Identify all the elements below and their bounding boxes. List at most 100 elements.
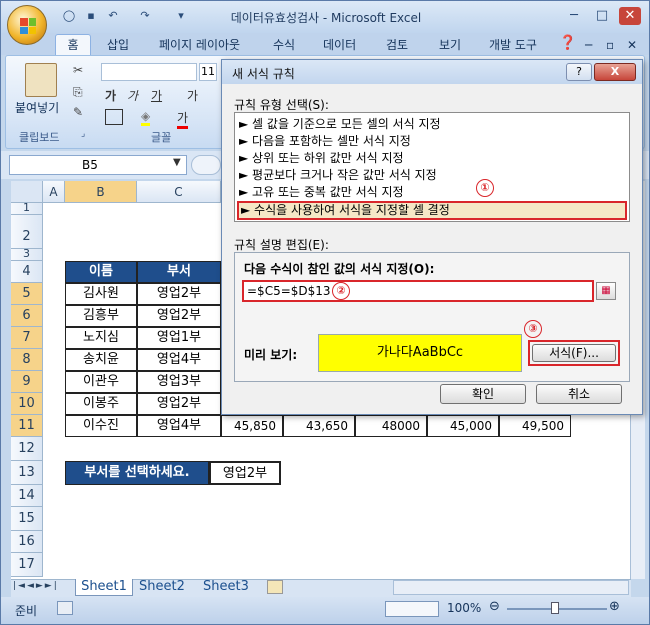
row-header-3[interactable]: 3	[11, 248, 43, 261]
dialog-close-icon[interactable]: X	[594, 63, 636, 81]
row-header-6[interactable]: 6	[11, 305, 43, 327]
zoom-in-icon[interactable]: ⊕	[609, 599, 620, 614]
range-select-icon[interactable]: ▦	[596, 282, 616, 300]
table-cell-value[interactable]: 43,650	[283, 415, 355, 437]
tab-developer[interactable]: 개발 도구	[489, 36, 537, 54]
bold-icon[interactable]: 가	[105, 87, 116, 104]
tab-home[interactable]: 홈	[55, 34, 91, 56]
name-box-dropdown-icon[interactable]: ▼	[173, 157, 181, 168]
macro-record-icon[interactable]	[57, 601, 73, 615]
table-row-name[interactable]: 이수진	[65, 415, 137, 437]
table-cell-value[interactable]: 45,850	[221, 415, 283, 437]
formula-expand-icon[interactable]	[191, 155, 221, 175]
row-header-10[interactable]: 10	[11, 393, 43, 415]
list-item-selected[interactable]: ► 수식을 사용하여 서식을 지정할 셀 결정	[237, 201, 627, 220]
font-size-combo[interactable]: 11	[199, 63, 217, 81]
row-header-15[interactable]: 15	[11, 507, 43, 531]
table-row-dept[interactable]: 영업4부	[137, 349, 221, 371]
row-header-5[interactable]: 5	[11, 283, 43, 305]
sheet-tab-1[interactable]: Sheet1	[75, 579, 133, 596]
zoom-slider-thumb[interactable]	[551, 602, 559, 614]
table-row-dept[interactable]: 영업2부	[137, 283, 221, 305]
tab-page-layout[interactable]: 페이지 레이아웃	[159, 36, 240, 54]
font-color-icon[interactable]: 가	[177, 109, 189, 129]
row-header-8[interactable]: 8	[11, 349, 43, 371]
table-header-dept[interactable]: 부서	[137, 261, 221, 283]
grow-font-icon[interactable]: 가	[187, 87, 198, 104]
table-cell-value[interactable]: 48000	[355, 415, 427, 437]
italic-icon[interactable]: 가	[127, 87, 138, 104]
cut-icon[interactable]: ✂	[73, 63, 83, 77]
list-item[interactable]: ► 평균보다 크거나 작은 값만 서식 지정	[239, 167, 437, 184]
view-buttons-icon[interactable]	[385, 601, 439, 617]
tab-insert[interactable]: 삽입	[107, 36, 129, 54]
font-name-combo[interactable]	[101, 63, 197, 81]
row-header-16[interactable]: 16	[11, 531, 43, 553]
underline-icon[interactable]: 가	[151, 87, 162, 104]
row-header-12[interactable]: 12	[11, 437, 43, 461]
sheet-tab-3[interactable]: Sheet3	[203, 579, 249, 595]
format-button[interactable]: 서식(F)...	[532, 344, 616, 362]
copy-icon[interactable]: ⎘	[73, 85, 83, 100]
tab-formulas[interactable]: 수식	[273, 36, 295, 54]
table-row-name[interactable]: 노지심	[65, 327, 137, 349]
paste-button-label[interactable]: 붙여넣기	[15, 99, 59, 116]
table-row-dept[interactable]: 영업3부	[137, 371, 221, 393]
ribbon-close-icon[interactable]: ✕	[627, 36, 637, 54]
row-header-4[interactable]: 4	[11, 261, 43, 283]
horizontal-scrollbar[interactable]	[393, 580, 629, 595]
list-item[interactable]: ► 상위 또는 하위 값만 서식 지정	[239, 150, 404, 167]
row-header-14[interactable]: 14	[11, 485, 43, 507]
table-row-dept[interactable]: 영업2부	[137, 393, 221, 415]
department-select-cell[interactable]: 영업2부	[209, 461, 281, 485]
sheet-nav-icon[interactable]: |◄◄►►|	[13, 581, 59, 591]
rule-type-list[interactable]: ► 셀 값을 기준으로 모든 셀의 서식 지정 ► 다음을 포함하는 셀만 서식…	[234, 112, 630, 222]
row-header-17[interactable]: 17	[11, 553, 43, 577]
close-icon[interactable]: ✕	[619, 7, 641, 25]
formula-input[interactable]: =$C5=$D$13	[242, 280, 594, 302]
table-cell-value[interactable]: 45,000	[427, 415, 499, 437]
select-all-corner[interactable]	[11, 181, 43, 203]
paste-icon[interactable]	[25, 63, 57, 97]
help-icon[interactable]: ❓	[559, 34, 576, 52]
clipboard-launcher-icon[interactable]: ⌟	[81, 129, 85, 139]
office-button-icon[interactable]	[7, 5, 47, 45]
ribbon-minimize-icon[interactable]: ─	[585, 36, 592, 54]
table-row-name[interactable]: 이봉주	[65, 393, 137, 415]
ribbon-restore-icon[interactable]: ▫	[606, 36, 614, 54]
table-row-name[interactable]: 이관우	[65, 371, 137, 393]
table-cell-value[interactable]: 49,500	[499, 415, 571, 437]
ok-button[interactable]: 확인	[440, 384, 526, 404]
borders-icon[interactable]	[105, 109, 123, 125]
format-painter-icon[interactable]: ✎	[73, 105, 83, 119]
tab-data[interactable]: 데이터	[323, 36, 356, 54]
row-header-2[interactable]: 2	[11, 215, 43, 249]
name-box[interactable]: B5	[9, 155, 187, 175]
column-header-c[interactable]: C	[137, 181, 221, 203]
list-item[interactable]: ► 셀 값을 기준으로 모든 셀의 서식 지정	[239, 116, 441, 133]
row-header-7[interactable]: 7	[11, 327, 43, 349]
row-header-1[interactable]: 1	[11, 202, 43, 215]
minimize-icon[interactable]: ─	[563, 7, 585, 25]
table-row-name[interactable]: 송치윤	[65, 349, 137, 371]
column-header-b[interactable]: B	[65, 181, 137, 203]
zoom-out-icon[interactable]: ⊖	[489, 599, 500, 614]
cancel-button[interactable]: 취소	[536, 384, 622, 404]
fill-color-icon[interactable]: ◈	[141, 109, 151, 126]
list-item[interactable]: ► 고유 또는 중복 값만 서식 지정	[239, 184, 404, 201]
tab-review[interactable]: 검토	[386, 36, 408, 54]
table-row-name[interactable]: 김흥부	[65, 305, 137, 327]
table-row-dept[interactable]: 영업1부	[137, 327, 221, 349]
table-row-dept[interactable]: 영업4부	[137, 415, 221, 437]
insert-sheet-icon[interactable]	[267, 580, 283, 594]
row-header-11[interactable]: 11	[11, 415, 43, 437]
zoom-level[interactable]: 100%	[447, 601, 481, 615]
sheet-tab-2[interactable]: Sheet2	[139, 579, 185, 595]
table-header-name[interactable]: 이름	[65, 261, 137, 283]
row-header-13[interactable]: 13	[11, 461, 43, 485]
table-row-dept[interactable]: 영업2부	[137, 305, 221, 327]
table-row-name[interactable]: 김사원	[65, 283, 137, 305]
column-header-a[interactable]: A	[43, 181, 65, 203]
help-question-icon[interactable]: ?	[566, 63, 592, 81]
tab-view[interactable]: 보기	[439, 36, 461, 54]
